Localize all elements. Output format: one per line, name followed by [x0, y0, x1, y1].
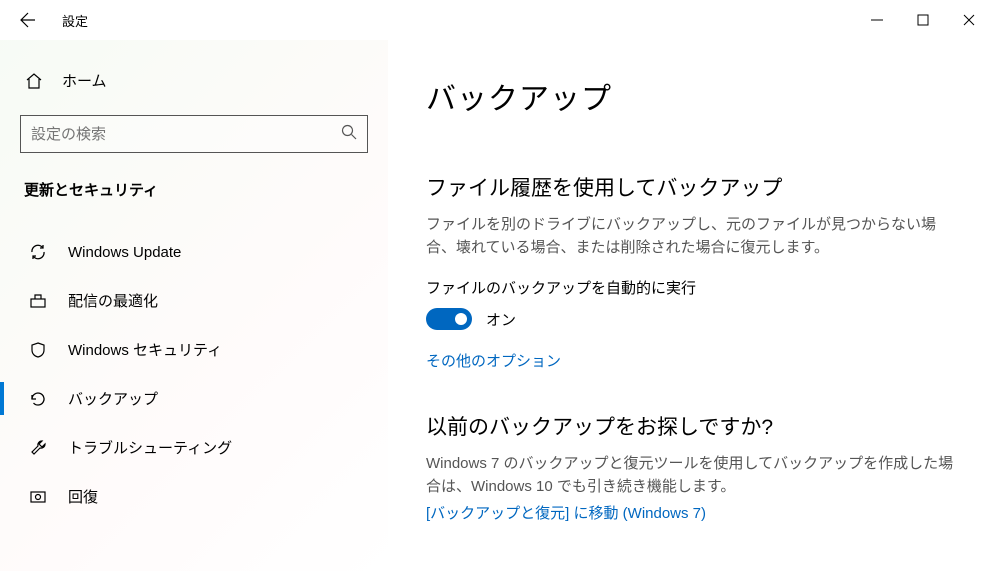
maximize-button[interactable]	[900, 4, 946, 36]
section-heading: 以前のバックアップをお探しですか?	[426, 411, 960, 441]
backup-icon	[28, 389, 48, 409]
toggle-state: オン	[486, 309, 516, 330]
sidebar-item-recovery[interactable]: 回復	[20, 472, 368, 521]
sidebar-item-windows-update[interactable]: Windows Update	[20, 228, 368, 276]
sidebar-item-label: 回復	[68, 486, 98, 507]
more-options-link[interactable]: その他のオプション	[426, 350, 561, 371]
home-label: ホーム	[62, 70, 107, 91]
auto-backup-toggle[interactable]	[426, 308, 472, 330]
search-input[interactable]	[31, 126, 341, 143]
recovery-icon	[28, 487, 48, 507]
sidebar: ホーム 更新とセキュリティ Windows Update 配信の最適化 Wind…	[0, 40, 388, 571]
sidebar-item-label: バックアップ	[68, 388, 158, 409]
titlebar-left: 設定	[18, 10, 88, 30]
home-icon	[24, 71, 44, 91]
toggle-knob	[455, 313, 467, 325]
shield-icon	[28, 340, 48, 360]
delivery-icon	[28, 291, 48, 311]
close-button[interactable]	[946, 4, 992, 36]
sidebar-item-label: 配信の最適化	[68, 290, 158, 311]
window-controls	[854, 4, 992, 36]
toggle-row: オン	[426, 308, 960, 330]
wrench-icon	[28, 438, 48, 458]
section-description: Windows 7 のバックアップと復元ツールを使用してバックアップを作成した場…	[426, 453, 960, 498]
sidebar-item-delivery-optimization[interactable]: 配信の最適化	[20, 276, 368, 325]
minimize-button[interactable]	[854, 4, 900, 36]
section-file-history: ファイル履歴を使用してバックアップ ファイルを別のドライブにバックアップし、元の…	[426, 172, 960, 371]
content: バックアップ ファイル履歴を使用してバックアップ ファイルを別のドライブにバック…	[388, 40, 1000, 571]
sidebar-item-backup[interactable]: バックアップ	[20, 374, 368, 423]
search-box[interactable]	[20, 115, 368, 153]
backup-restore-link[interactable]: [バックアップと復元] に移動 (Windows 7)	[426, 502, 706, 523]
sidebar-item-troubleshoot[interactable]: トラブルシューティング	[20, 423, 368, 472]
sidebar-item-windows-security[interactable]: Windows セキュリティ	[20, 325, 368, 374]
back-button[interactable]	[18, 10, 38, 30]
toggle-label: ファイルのバックアップを自動的に実行	[426, 277, 960, 298]
section-description: ファイルを別のドライブにバックアップし、元のファイルが見つからない場合、壊れてい…	[426, 214, 960, 259]
section-heading: ファイル履歴を使用してバックアップ	[426, 172, 960, 202]
home-button[interactable]: ホーム	[20, 70, 368, 91]
sidebar-item-label: Windows Update	[68, 244, 181, 261]
main: ホーム 更新とセキュリティ Windows Update 配信の最適化 Wind…	[0, 40, 1000, 571]
titlebar: 設定	[0, 0, 1000, 40]
window-title: 設定	[62, 11, 88, 30]
section-previous-backups: 以前のバックアップをお探しですか? Windows 7 のバックアップと復元ツー…	[426, 411, 960, 523]
sync-icon	[28, 242, 48, 262]
sidebar-item-label: トラブルシューティング	[68, 437, 232, 458]
search-icon	[341, 124, 357, 145]
sidebar-section-header: 更新とセキュリティ	[20, 179, 368, 200]
page-title: バックアップ	[426, 74, 960, 118]
sidebar-item-label: Windows セキュリティ	[68, 339, 222, 360]
